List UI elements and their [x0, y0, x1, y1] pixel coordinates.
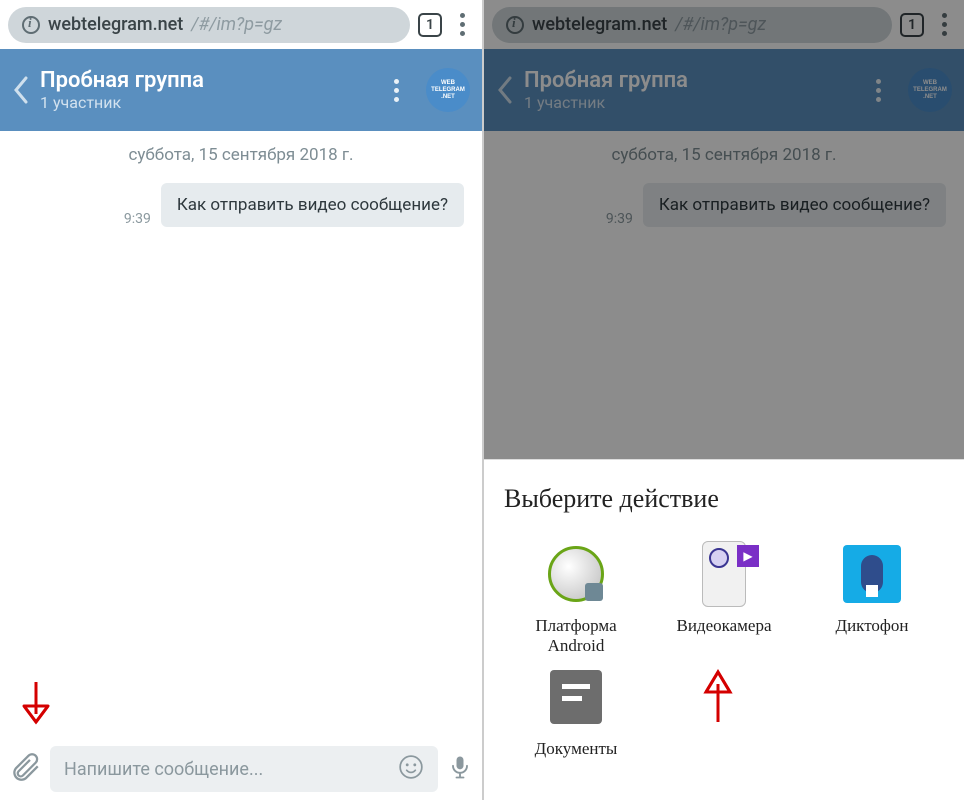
chat-title-area[interactable]: Пробная группа 1 участник: [40, 68, 374, 112]
tabs-count: 1: [426, 17, 434, 33]
message-input[interactable]: Напишите сообщение...: [50, 746, 438, 792]
recorder-icon: [843, 545, 901, 603]
attach-icon[interactable]: [8, 750, 42, 788]
date-separator: суббота, 15 сентября 2018 г.: [484, 145, 964, 165]
chat-header: Пробная группа 1 участник WEB TELEGRAM .…: [484, 49, 964, 131]
url-domain: webtelegram.net: [48, 14, 183, 35]
annotation-arrow-down: [16, 678, 56, 742]
tabs-button[interactable]: 1: [418, 13, 442, 37]
action-label: Диктофон: [835, 616, 908, 636]
chat-menu-icon[interactable]: [866, 79, 890, 102]
message-row: 9:39 Как отправить видео сообщение?: [0, 183, 482, 227]
browser-menu-icon[interactable]: [932, 13, 956, 36]
action-label: ПлатформаAndroid: [535, 616, 616, 655]
message-time: 9:39: [124, 211, 151, 227]
browser-addressbar: webtelegram.net /#/im?p=gz 1: [484, 0, 964, 49]
back-icon[interactable]: [12, 75, 30, 105]
url-path: /#/im?p=gz: [675, 14, 766, 35]
url-field[interactable]: webtelegram.net /#/im?p=gz: [8, 7, 410, 43]
back-icon[interactable]: [496, 75, 514, 105]
tabs-count: 1: [908, 17, 916, 33]
android-platform-icon: [548, 546, 604, 602]
info-icon: [506, 16, 524, 34]
avatar[interactable]: WEB TELEGRAM .NET: [426, 68, 470, 112]
message-row: 9:39 Как отправить видео сообщение?: [484, 183, 964, 227]
message-bubble[interactable]: Как отправить видео сообщение?: [643, 183, 946, 227]
chat-body: суббота, 15 сентября 2018 г. 9:39 Как от…: [0, 131, 482, 800]
chat-title: Пробная группа: [40, 68, 374, 93]
documents-icon: [550, 670, 602, 724]
action-label: Документы: [535, 739, 618, 759]
tabs-button[interactable]: 1: [900, 13, 924, 37]
url-domain: webtelegram.net: [532, 14, 667, 35]
action-android[interactable]: ПлатформаAndroid: [504, 542, 648, 655]
message-time: 9:39: [606, 211, 633, 227]
chat-title: Пробная группа: [524, 68, 856, 93]
action-label: Видеокамера: [676, 616, 771, 636]
screenshot-left: webtelegram.net /#/im?p=gz 1 Пробная гру…: [0, 0, 482, 800]
mic-icon[interactable]: [446, 753, 474, 785]
chat-title-area[interactable]: Пробная группа 1 участник: [524, 68, 856, 112]
url-path: /#/im?p=gz: [191, 14, 282, 35]
chat-body: суббота, 15 сентября 2018 г. 9:39 Как от…: [484, 131, 964, 459]
date-separator: суббота, 15 сентября 2018 г.: [0, 145, 482, 165]
videocamera-icon: [702, 541, 746, 607]
action-sheet: Выберите действие ПлатформаAndroid Видео…: [484, 459, 964, 800]
browser-addressbar: webtelegram.net /#/im?p=gz 1: [0, 0, 482, 49]
chat-header: Пробная группа 1 участник WEB TELEGRAM .…: [0, 49, 482, 131]
sheet-title: Выберите действие: [504, 484, 944, 514]
screenshot-right: webtelegram.net /#/im?p=gz 1 Пробная гру…: [482, 0, 964, 800]
url-field[interactable]: webtelegram.net /#/im?p=gz: [492, 7, 892, 43]
chat-subtitle: 1 участник: [524, 93, 856, 112]
info-icon: [22, 16, 40, 34]
message-input-placeholder: Напишите сообщение...: [64, 759, 263, 780]
action-recorder[interactable]: Диктофон: [800, 542, 944, 655]
action-documents[interactable]: Документы: [504, 665, 648, 759]
message-bubble[interactable]: Как отправить видео сообщение?: [161, 183, 464, 227]
input-bar: Напишите сообщение...: [0, 738, 482, 800]
action-camera[interactable]: Видеокамера: [652, 542, 796, 655]
emoji-icon[interactable]: [398, 754, 424, 784]
avatar[interactable]: WEB TELEGRAM .NET: [908, 68, 952, 112]
browser-menu-icon[interactable]: [450, 13, 474, 36]
chat-menu-icon[interactable]: [384, 79, 408, 102]
chat-subtitle: 1 участник: [40, 93, 374, 112]
